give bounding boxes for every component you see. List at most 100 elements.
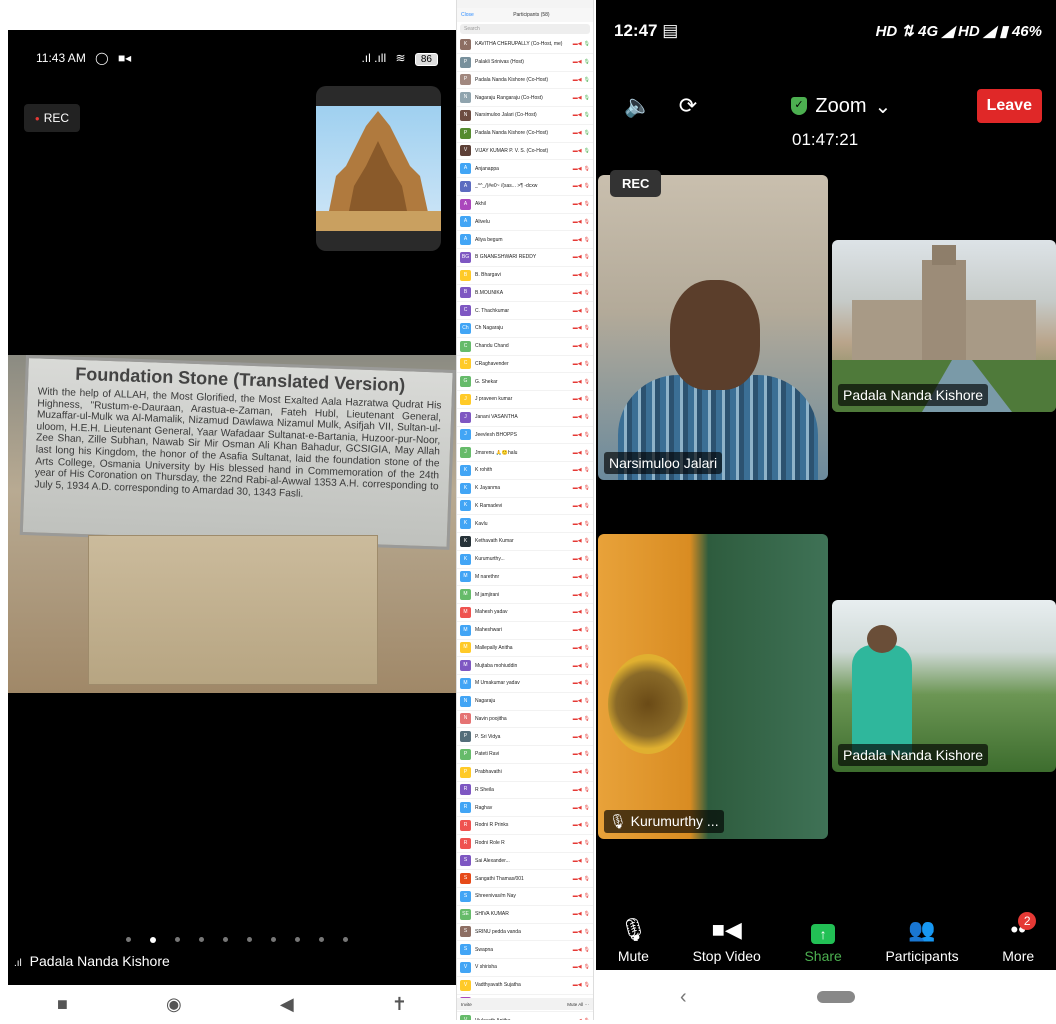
page-dot[interactable] [319, 937, 324, 942]
participant-row[interactable]: S Sangathi Thamas/001 ▬◀ 🎙 [457, 870, 593, 888]
page-dot[interactable] [175, 937, 180, 942]
video-off-icon: ▬◀ [572, 556, 582, 563]
participant-row[interactable]: C C. Thachkumar ▬◀ 🎙 [457, 302, 593, 320]
participant-row[interactable]: A _^^_/(#e0~ /(sas... >¶ -dcxw ▬◀ 🎙 [457, 178, 593, 196]
participant-row[interactable]: K Kethavath Kumar ▬◀ 🎙 [457, 533, 593, 551]
participant-row[interactable]: R Rodni Role R ▬◀ 🎙 [457, 835, 593, 853]
page-dot[interactable] [199, 937, 204, 942]
participant-row[interactable]: BG B GNANESHWARI REDDY ▬◀ 🎙 [457, 249, 593, 267]
participant-row[interactable]: V VIJAY KUMAR P. V. S. (Co-Host) ▬◀ 🎙 [457, 143, 593, 161]
participant-row[interactable]: A Akhil ▬◀ 🎙 [457, 196, 593, 214]
back-icon[interactable]: ◀ [280, 994, 294, 1015]
participant-row[interactable]: V V shirisha ▬◀ 🎙 [457, 959, 593, 977]
video-tile-narsimuloo[interactable]: Narsimuloo Jalari [598, 175, 828, 480]
participant-row[interactable]: B B. Bhargavi ▬◀ 🎙 [457, 267, 593, 285]
accessibility-icon[interactable]: ✝ [392, 994, 407, 1015]
participant-row[interactable]: S Shreenivas/m Nay ▬◀ 🎙 [457, 888, 593, 906]
participant-row[interactable]: K K Ramadevi ▬◀ 🎙 [457, 498, 593, 516]
meeting-title[interactable]: Zoom ⌄ [791, 94, 891, 119]
participant-row[interactable]: A Aliya begum ▬◀ 🎙 [457, 231, 593, 249]
participant-row[interactable]: P Prabhavathi ▬◀ 🎙 [457, 764, 593, 782]
more-button[interactable]: •• 2 More [1002, 912, 1037, 964]
page-dot[interactable] [247, 937, 252, 942]
participant-row[interactable]: V Vadthyavath Sujatha ▬◀ 🎙 [457, 977, 593, 995]
participant-row[interactable]: N Nagaraju ▬◀ 🎙 [457, 693, 593, 711]
page-dot[interactable] [295, 937, 300, 942]
participant-row[interactable]: C CRaghavender ▬◀ 🎙 [457, 356, 593, 374]
share-button[interactable]: ↑ Share [804, 920, 842, 964]
participant-row[interactable]: J Jmsrenu 🙏🙂halu ▬◀ 🎙 [457, 444, 593, 462]
participant-row[interactable]: M Mahesh yadav ▬◀ 🎙 [457, 604, 593, 622]
participant-row[interactable]: N Nagaraju Rangaraju (Co-Host) ▬◀ 🎙 [457, 89, 593, 107]
participant-row[interactable]: J J praveen kumar ▬◀ 🎙 [457, 391, 593, 409]
invite-button[interactable]: Invite [461, 1002, 472, 1007]
participant-row[interactable]: A Alivelu ▬◀ 🎙 [457, 214, 593, 232]
participant-avatar: M [460, 660, 471, 672]
participant-row[interactable]: G G. Shekar ▬◀ 🎙 [457, 373, 593, 391]
page-dot[interactable] [271, 937, 276, 942]
switch-camera-icon[interactable]: ⟳ [670, 90, 706, 122]
participant-row[interactable]: K Kavlu ▬◀ 🎙 [457, 515, 593, 533]
more-options-button[interactable]: ··· [585, 1002, 590, 1007]
video-tile-osmania-building[interactable]: Padala Nanda Kishore [832, 240, 1056, 412]
participant-row[interactable]: P Pateti Ravi ▬◀ 🎙 [457, 746, 593, 764]
participant-row[interactable]: Ch Ch Nagaraju ▬◀ 🎙 [457, 320, 593, 338]
video-tile-kurumurthy[interactable]: 🎙 Kurumurthy ... [598, 534, 828, 839]
participant-row[interactable]: P Palakli Srinivas (Host) ▬◀ 🎙 [457, 54, 593, 72]
speaker-icon[interactable]: 🔈 [620, 90, 656, 122]
participant-row[interactable]: B B.MOUNIKA ▬◀ 🎙 [457, 285, 593, 303]
participant-row[interactable]: M M Umakumar yadav ▬◀ 🎙 [457, 675, 593, 693]
participant-row[interactable]: N Navin poojitha ▬◀ 🎙 [457, 711, 593, 729]
mute-all-button[interactable]: Mute All [567, 1002, 583, 1007]
participant-avatar: V [460, 145, 471, 157]
participant-row[interactable]: K K Jayanma ▬◀ 🎙 [457, 480, 593, 498]
participant-row[interactable]: S SRINU pedda vanda ▬◀ 🎙 [457, 924, 593, 942]
page-dot-active[interactable] [150, 937, 156, 943]
participant-row[interactable]: K Kurumurthy... ▬◀ 🎙 [457, 551, 593, 569]
stop-video-button[interactable]: ■◀ Stop Video [693, 916, 761, 964]
participant-row[interactable]: K KAVITHA CHERUPALLY (Co-Host, me) ▬◀ 🎙 [457, 36, 593, 54]
participant-row[interactable]: M M narethnr ▬◀ 🎙 [457, 569, 593, 587]
participant-row[interactable]: M M jamjirani ▬◀ 🎙 [457, 586, 593, 604]
recents-icon[interactable]: ■ [57, 994, 68, 1015]
participant-row[interactable]: A Anjanappa ▬◀ 🎙 [457, 160, 593, 178]
participant-search-input[interactable]: Search [460, 24, 590, 34]
participant-avatar: V [460, 961, 471, 973]
page-dot[interactable] [126, 937, 131, 942]
close-button[interactable]: Close [461, 12, 474, 18]
participant-row[interactable]: M Maheshwari ▬◀ 🎙 [457, 622, 593, 640]
participant-row[interactable]: R R Sheila ▬◀ 🎙 [457, 782, 593, 800]
participant-row[interactable]: SE SHIVA KUMAR ▬◀ 🎙 [457, 906, 593, 924]
active-speaker-name: Padala Nanda Kishore [29, 953, 170, 969]
participant-row[interactable]: P Padala Nanda Kishore (Co-Host) ▬◀ 🎙 [457, 125, 593, 143]
participant-row[interactable]: S Sai Alexander... ▬◀ 🎙 [457, 853, 593, 871]
participant-row[interactable]: J Janani VASANTHA ▬◀ 🎙 [457, 409, 593, 427]
participant-row[interactable]: N Narsimuloo Jalari (Co-Host) ▬◀ 🎙 [457, 107, 593, 125]
page-dot[interactable] [343, 937, 348, 942]
video-tile-garden[interactable]: Padala Nanda Kishore [832, 600, 1056, 772]
muted-mic-icon: 🎙 [583, 698, 590, 705]
participant-row[interactable]: R Rodni R Prinks ▬◀ 🎙 [457, 817, 593, 835]
participant-row[interactable]: P P. Sri Vidya ▬◀ 🎙 [457, 728, 593, 746]
participant-row[interactable]: M Mallepally Anitha ▬◀ 🎙 [457, 640, 593, 658]
participant-row[interactable]: M Mujtaba mohiuddin ▬◀ 🎙 [457, 657, 593, 675]
participant-row[interactable]: R Raghav ▬◀ 🎙 [457, 799, 593, 817]
muted-mic-icon: 🎙 [583, 556, 590, 563]
leave-button[interactable]: Leave [976, 89, 1042, 123]
participant-row[interactable]: K K rohith ▬◀ 🎙 [457, 462, 593, 480]
participant-name: C. Thachkumar [475, 307, 510, 314]
page-indicator[interactable] [126, 937, 348, 943]
back-icon[interactable]: ‹ [680, 986, 687, 1009]
participants-button[interactable]: 👥 Participants [885, 916, 958, 964]
home-icon[interactable]: ◉ [166, 994, 182, 1015]
participant-row[interactable]: J Jeevlesh BHOPPS ▬◀ 🎙 [457, 427, 593, 445]
participant-row[interactable]: C Chandu Chand ▬◀ 🎙 [457, 338, 593, 356]
participant-row[interactable]: V Vivlavath Anitha▬◀🎙 [457, 1012, 593, 1020]
participant-row[interactable]: P Padala Nanda Kishore (Co-Host) ▬◀ 🎙 [457, 72, 593, 90]
mute-button[interactable]: 🎙 Mute [618, 916, 649, 964]
participant-row[interactable]: S Swapna ▬◀ 🎙 [457, 941, 593, 959]
participant-avatar: R [460, 802, 471, 814]
home-pill-icon[interactable] [816, 991, 855, 1003]
page-dot[interactable] [223, 937, 228, 942]
temple-video-thumbnail[interactable] [316, 86, 441, 251]
